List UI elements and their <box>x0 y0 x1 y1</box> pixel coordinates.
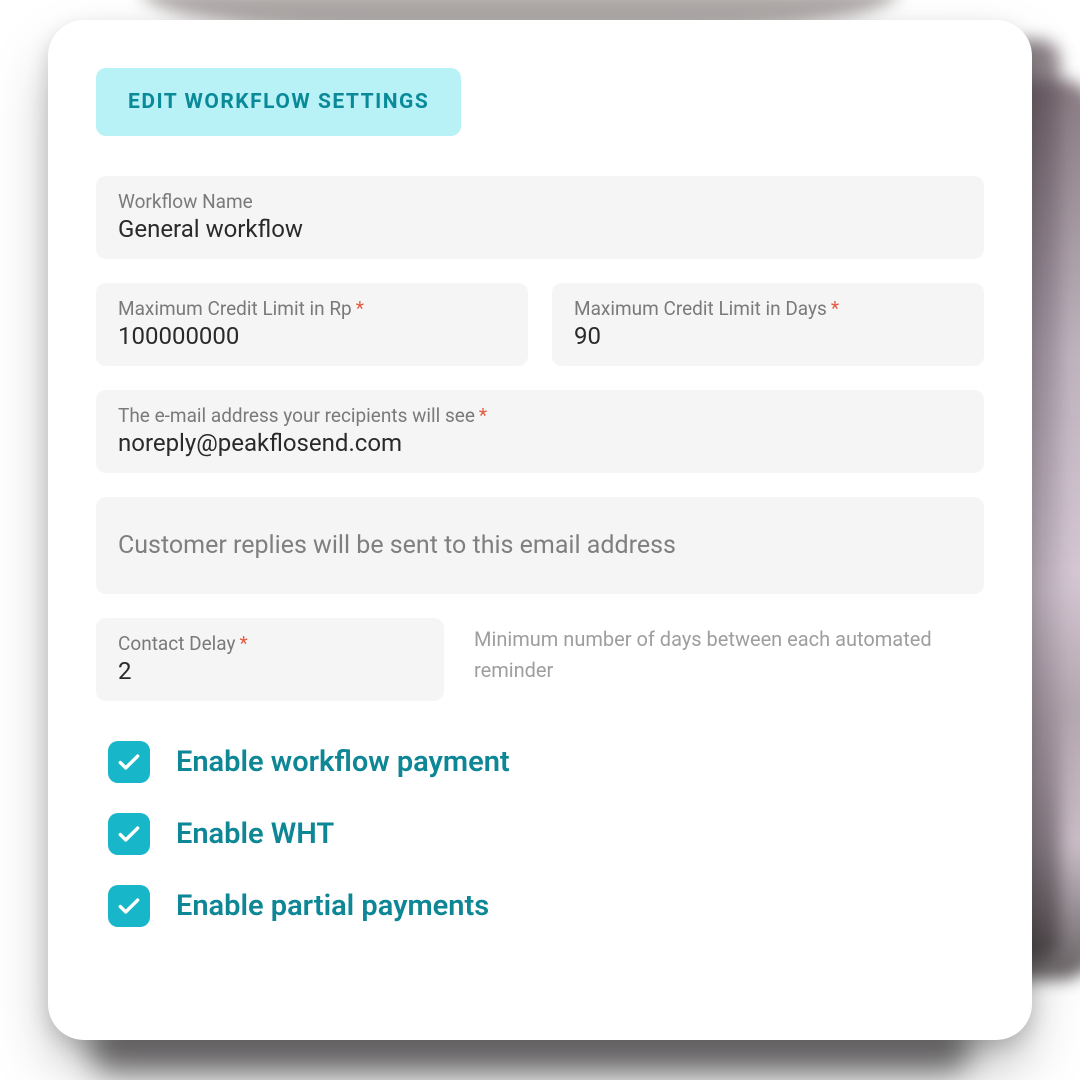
contact-delay-field[interactable]: Contact Delay* <box>96 618 444 701</box>
required-mark: * <box>479 404 487 427</box>
required-mark: * <box>239 632 247 655</box>
toggle-workflow-payment[interactable]: Enable workflow payment <box>108 741 984 783</box>
credit-limit-days-input[interactable] <box>574 322 962 350</box>
workflow-name-input[interactable] <box>118 215 962 243</box>
toggle-partial-payments[interactable]: Enable partial payments <box>108 885 984 927</box>
checkbox-checked-icon[interactable] <box>108 741 150 783</box>
toggle-label: Enable workflow payment <box>176 745 510 779</box>
required-mark: * <box>831 297 839 320</box>
credit-limit-days-label: Maximum Credit Limit in Days* <box>574 297 962 320</box>
contact-delay-label: Contact Delay* <box>118 632 422 655</box>
contact-delay-help: Minimum number of days between each auto… <box>474 618 984 686</box>
credit-limit-rp-label: Maximum Credit Limit in Rp* <box>118 297 506 320</box>
from-email-field[interactable]: The e-mail address your recipients will … <box>96 390 984 473</box>
reply-email-placeholder: Customer replies will be sent to this em… <box>118 531 676 560</box>
contact-delay-input[interactable] <box>118 657 422 685</box>
checkbox-checked-icon[interactable] <box>108 885 150 927</box>
credit-limit-days-field[interactable]: Maximum Credit Limit in Days* <box>552 283 984 366</box>
toggle-list: Enable workflow payment Enable WHT Enabl… <box>96 741 984 927</box>
credit-limit-rp-field[interactable]: Maximum Credit Limit in Rp* <box>96 283 528 366</box>
toggle-label: Enable partial payments <box>176 889 489 923</box>
toggle-label: Enable WHT <box>176 817 334 851</box>
toggle-wht[interactable]: Enable WHT <box>108 813 984 855</box>
workflow-name-field[interactable]: Workflow Name <box>96 176 984 259</box>
required-mark: * <box>356 297 364 320</box>
reply-email-field[interactable]: Customer replies will be sent to this em… <box>96 497 984 594</box>
checkbox-checked-icon[interactable] <box>108 813 150 855</box>
credit-limit-rp-input[interactable] <box>118 322 506 350</box>
from-email-input[interactable] <box>118 429 962 457</box>
workflow-name-label: Workflow Name <box>118 190 962 213</box>
page-title: EDIT WORKFLOW SETTINGS <box>96 68 461 136</box>
settings-card: EDIT WORKFLOW SETTINGS Workflow Name Max… <box>48 20 1032 1040</box>
from-email-label: The e-mail address your recipients will … <box>118 404 962 427</box>
